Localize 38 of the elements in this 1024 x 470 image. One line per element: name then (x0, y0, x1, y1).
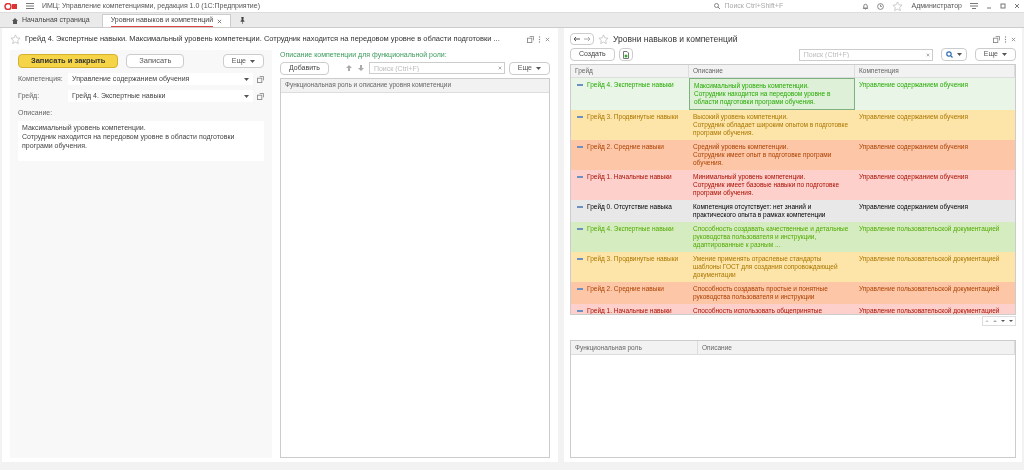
caret-icon (250, 59, 255, 63)
logo-icon (4, 2, 18, 10)
caret-icon (536, 66, 541, 70)
forward-icon[interactable] (584, 36, 591, 42)
open-icon[interactable] (527, 35, 534, 43)
back-icon[interactable] (573, 36, 580, 42)
history-icon[interactable] (877, 2, 885, 10)
star-icon[interactable] (10, 33, 21, 45)
home-icon (12, 17, 18, 24)
close-icon[interactable] (1014, 3, 1020, 9)
bell-icon[interactable] (862, 2, 870, 10)
caret-icon (1002, 53, 1007, 56)
close-icon[interactable] (545, 36, 550, 42)
open-icon[interactable] (257, 92, 264, 100)
settings-icon[interactable] (970, 3, 978, 9)
move-up-icon[interactable] (344, 64, 353, 72)
document-button[interactable] (618, 48, 633, 61)
maximize-icon[interactable] (1000, 3, 1006, 9)
star-icon[interactable] (892, 0, 904, 12)
pin-icon[interactable] (239, 17, 247, 24)
caret-icon (956, 53, 962, 56)
caret-icon (244, 94, 249, 98)
open-icon[interactable] (993, 35, 1000, 43)
caret-icon (244, 77, 249, 81)
search-icon (945, 51, 953, 58)
search-icon (714, 3, 721, 9)
search-button[interactable] (940, 48, 967, 61)
close-icon[interactable] (217, 18, 223, 24)
close-icon[interactable] (1011, 36, 1016, 42)
document-icon (622, 50, 629, 59)
more-icon[interactable] (538, 35, 541, 43)
more-icon[interactable] (1004, 35, 1007, 43)
list-title: Уровни навыков и компетенций (613, 32, 738, 46)
menu-icon[interactable] (26, 3, 34, 9)
move-down-icon[interactable] (356, 64, 365, 72)
open-icon[interactable] (257, 75, 264, 83)
clear-icon[interactable] (925, 52, 930, 57)
star-icon[interactable] (598, 33, 609, 45)
